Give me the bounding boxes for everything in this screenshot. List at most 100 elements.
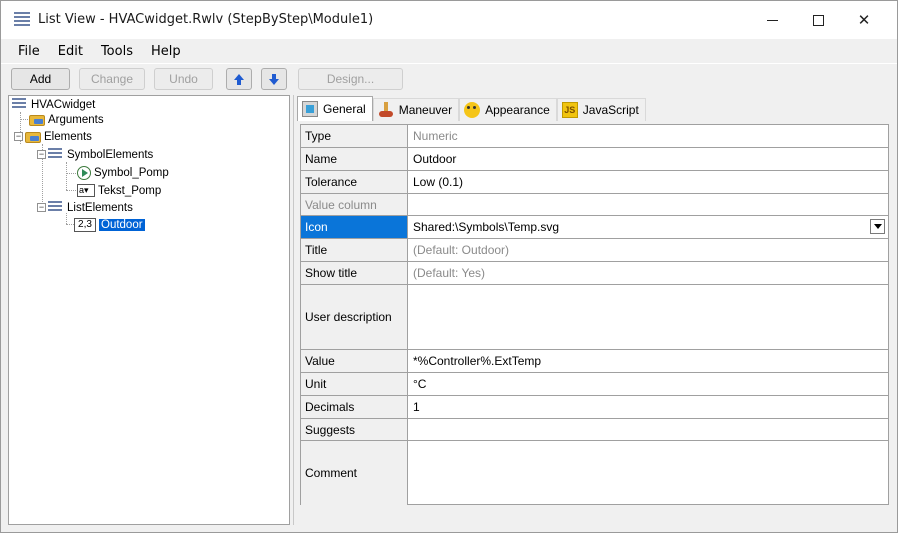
tree-item-label: HVACwidget <box>31 98 96 111</box>
menu-tools[interactable]: Tools <box>92 44 142 59</box>
tree-item-label: Outdoor <box>99 218 145 231</box>
property-value[interactable]: Outdoor <box>408 148 888 170</box>
tree-item-label: Tekst_Pomp <box>98 184 162 197</box>
arrow-down-icon <box>269 74 279 85</box>
property-row-value[interactable]: Value *%Controller%.ExtTemp <box>301 350 888 373</box>
change-button[interactable]: Change <box>79 68 145 90</box>
tab-javascript[interactable]: JS JavaScript <box>556 98 646 121</box>
property-value[interactable] <box>408 194 888 215</box>
property-row-suggests[interactable]: Suggests <box>301 419 888 441</box>
menu-file[interactable]: File <box>9 44 49 59</box>
list-icon <box>12 97 28 112</box>
tree-item-symbol-elements[interactable]: − SymbolElements <box>37 146 153 163</box>
tree-item-elements[interactable]: − Elements <box>14 128 92 145</box>
folder-icon <box>25 132 41 143</box>
minimize-button[interactable] <box>749 1 795 39</box>
numeric-icon: 2,3 <box>74 217 96 232</box>
list-icon <box>48 200 64 215</box>
collapse-icon[interactable]: − <box>14 132 23 141</box>
title-bar[interactable]: List View - HVACwidget.Rwlv (StepByStep\… <box>1 1 897 39</box>
property-key: Name <box>301 148 408 170</box>
maneuver-icon <box>378 102 394 118</box>
property-row-tolerance[interactable]: Tolerance Low (0.1) <box>301 171 888 194</box>
play-symbol-icon <box>77 165 91 180</box>
tree-line <box>66 173 76 174</box>
move-down-button[interactable] <box>261 68 287 90</box>
property-value[interactable]: °C <box>408 373 888 395</box>
tab-maneuver[interactable]: Maneuver <box>372 98 460 121</box>
close-icon: ✕ <box>857 11 871 29</box>
tab-label: Appearance <box>485 103 550 117</box>
tree-item-outdoor[interactable]: 2,3 Outdoor <box>74 216 145 233</box>
dropdown-button[interactable] <box>870 219 885 234</box>
minimize-icon <box>766 19 778 21</box>
tree-item-label: ListElements <box>67 201 133 214</box>
maximize-icon <box>812 14 824 26</box>
arrow-up-icon <box>234 74 244 85</box>
property-key: Type <box>301 125 408 147</box>
property-row-unit[interactable]: Unit °C <box>301 373 888 396</box>
close-button[interactable]: ✕ <box>841 1 887 39</box>
property-key: Comment <box>301 441 408 505</box>
folder-icon <box>29 115 45 126</box>
property-key: User description <box>301 285 408 349</box>
property-row-value-column[interactable]: Value column <box>301 194 888 216</box>
property-grid: Type Numeric Name Outdoor Tolerance Low … <box>300 124 889 505</box>
menu-help[interactable]: Help <box>142 44 190 59</box>
property-value[interactable]: Low (0.1) <box>408 171 888 193</box>
property-key: Unit <box>301 373 408 395</box>
tree-item-tekst-pomp[interactable]: a▾ Tekst_Pomp <box>77 182 161 199</box>
property-value[interactable]: (Default: Outdoor) <box>408 239 888 261</box>
property-value[interactable]: *%Controller%.ExtTemp <box>408 350 888 372</box>
property-value[interactable] <box>408 419 888 440</box>
tree-line <box>66 190 76 191</box>
property-row-user-description[interactable]: User description <box>301 285 888 350</box>
list-icon <box>48 147 64 162</box>
property-row-icon[interactable]: Icon Shared:\Symbols\Temp.svg <box>301 216 888 239</box>
collapse-icon[interactable]: − <box>37 203 46 212</box>
properties-panel: General Maneuver Appearance JS JavaScrip… <box>293 95 897 525</box>
element-tree[interactable]: HVACwidget Arguments − Elements − Symbol… <box>8 95 290 525</box>
move-up-button[interactable] <box>226 68 252 90</box>
tree-item-arguments[interactable]: Arguments <box>29 111 104 128</box>
property-row-name[interactable]: Name Outdoor <box>301 148 888 171</box>
property-value[interactable]: 1 <box>408 396 888 418</box>
add-button[interactable]: Add <box>11 68 70 90</box>
tab-appearance[interactable]: Appearance <box>459 98 557 121</box>
property-value[interactable]: Shared:\Symbols\Temp.svg <box>408 216 888 238</box>
tree-item-label: Symbol_Pomp <box>94 166 169 179</box>
property-value[interactable]: Numeric <box>408 125 888 147</box>
icon-path-value: Shared:\Symbols\Temp.svg <box>413 220 560 234</box>
tree-item-label: SymbolElements <box>67 148 154 161</box>
property-key: Value <box>301 350 408 372</box>
property-row-comment[interactable]: Comment <box>301 441 888 505</box>
menu-edit[interactable]: Edit <box>49 44 92 59</box>
undo-button[interactable]: Undo <box>154 68 213 90</box>
general-icon <box>302 101 318 117</box>
tab-bar: General Maneuver Appearance JS JavaScrip… <box>297 96 646 122</box>
tab-label: Maneuver <box>398 103 453 117</box>
design-button[interactable]: Design... <box>298 68 403 90</box>
property-key: Tolerance <box>301 171 408 193</box>
collapse-icon[interactable]: − <box>37 150 46 159</box>
tab-label: General <box>323 102 366 116</box>
tab-general[interactable]: General <box>297 96 373 121</box>
property-key: Icon <box>301 216 408 238</box>
tree-item-symbol-pomp[interactable]: Symbol_Pomp <box>77 164 169 181</box>
tree-item-label: Elements <box>44 130 92 143</box>
maximize-button[interactable] <box>795 1 841 39</box>
toolbar: Add Change Undo Design... <box>1 63 897 95</box>
property-row-type[interactable]: Type Numeric <box>301 125 888 148</box>
property-value[interactable] <box>408 285 888 349</box>
property-key: Suggests <box>301 419 408 440</box>
property-row-title[interactable]: Title (Default: Outdoor) <box>301 239 888 262</box>
tree-item-list-elements[interactable]: − ListElements <box>37 199 133 216</box>
textbox-icon: a▾ <box>77 184 95 197</box>
tree-line <box>66 162 67 190</box>
list-view-window: List View - HVACwidget.Rwlv (StepByStep\… <box>0 0 898 533</box>
appearance-icon <box>464 102 481 118</box>
property-value[interactable] <box>408 441 888 505</box>
property-row-show-title[interactable]: Show title (Default: Yes) <box>301 262 888 285</box>
property-row-decimals[interactable]: Decimals 1 <box>301 396 888 419</box>
property-value[interactable]: (Default: Yes) <box>408 262 888 284</box>
